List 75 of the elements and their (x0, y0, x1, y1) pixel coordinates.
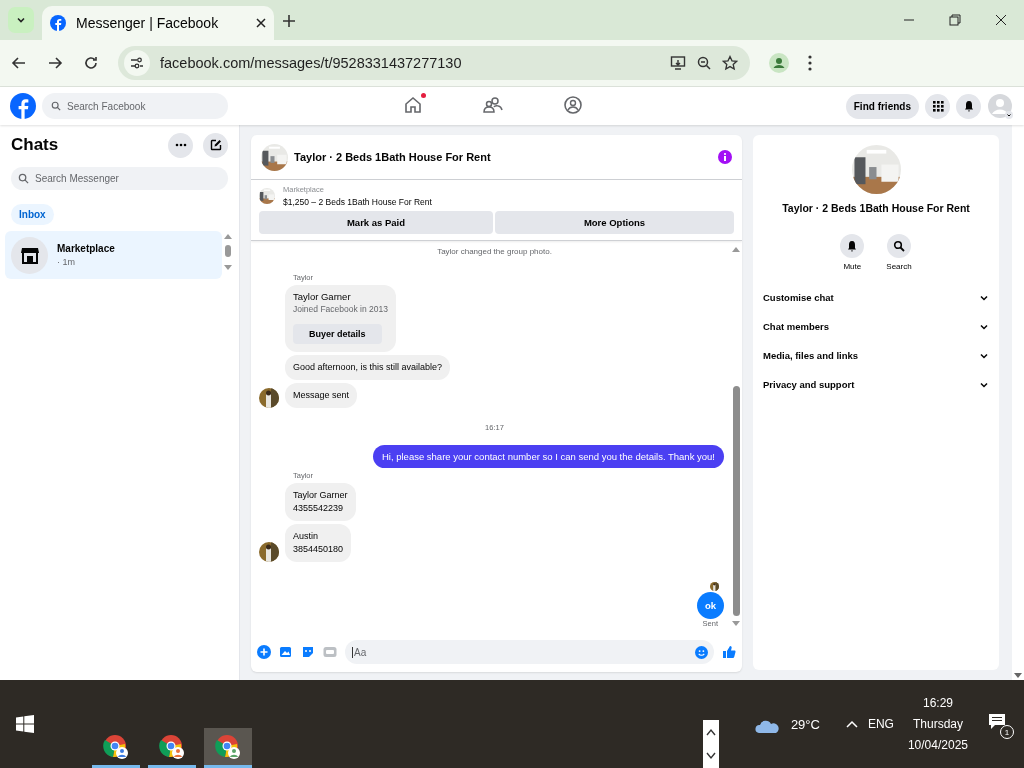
action-button[interactable]: Mark as Paid (259, 211, 493, 234)
notifications-button[interactable] (956, 93, 981, 119)
grid-icon (931, 100, 944, 112)
message-bubble: Austin 3854450180 (285, 524, 352, 562)
scroll-down-icon[interactable] (705, 752, 716, 760)
bell-icon (846, 240, 859, 252)
browser-tab[interactable]: Messenger | Facebook (42, 6, 274, 40)
zoom-icon[interactable] (696, 55, 712, 71)
clock[interactable]: 16:29 Thursday 10/04/2025 (907, 696, 968, 752)
chat-time: · 1m (57, 257, 76, 267)
notification-icon[interactable] (988, 713, 1006, 731)
message-bubble: Hi, please share your contact number so I can send you the details. Thank you! (372, 445, 724, 468)
install-icon[interactable] (670, 55, 686, 71)
menu-icon[interactable] (808, 55, 812, 71)
listing-title: $1,250 – 2 Beds 1Bath House For Rent (283, 197, 432, 207)
section-header[interactable]: Chat members (763, 321, 829, 332)
buyer-details-button[interactable]: Buyer details (293, 324, 382, 344)
notification-count: 1 (1000, 725, 1014, 739)
search-field[interactable]: Search Facebook (42, 93, 228, 119)
menu-button[interactable] (925, 93, 950, 119)
sticker-icon[interactable] (301, 645, 315, 659)
plus-icon[interactable] (257, 645, 271, 659)
event-text: Taylor changed the group photo. (436, 247, 553, 256)
profile-subtitle: Joined Facebook in 2013 (293, 304, 388, 314)
browser-app-icon[interactable] (204, 728, 252, 768)
action-button[interactable]: More Options (495, 211, 734, 234)
search-icon (893, 240, 905, 252)
message-bubble: Taylor Garner 4355542239 (285, 483, 356, 521)
star-icon[interactable] (722, 55, 738, 71)
message-input[interactable]: Aa (345, 640, 714, 664)
facebook-logo-icon[interactable] (10, 93, 36, 119)
section-header[interactable]: Media, files and links (763, 350, 859, 361)
search-icon (18, 173, 29, 184)
notification-dot (421, 93, 426, 98)
temperature: 29°C (790, 716, 820, 732)
info-icon[interactable] (718, 150, 732, 164)
bell-icon (962, 100, 975, 112)
chat-name: Marketplace (57, 243, 115, 254)
find-friends-button[interactable]: Find friends (845, 93, 919, 119)
windows-icon[interactable] (16, 715, 34, 733)
new-message-button[interactable] (203, 132, 228, 158)
tab-title: Messenger | Facebook (76, 15, 220, 31)
shop-icon (19, 245, 40, 265)
more-icon (174, 143, 187, 147)
message-bubble: ok (697, 592, 724, 619)
section-header[interactable]: Privacy and support (763, 379, 855, 390)
filter-tab[interactable]: Inbox (11, 204, 54, 225)
groups-icon[interactable] (563, 95, 583, 115)
chat-item[interactable]: Marketplace · 1m (5, 231, 222, 279)
close-icon[interactable] (256, 18, 266, 28)
reload-icon[interactable] (82, 54, 100, 72)
search-field[interactable]: Search Messenger (11, 167, 228, 190)
home-icon[interactable] (403, 95, 423, 115)
message-bubble: Message sent (285, 383, 358, 408)
chats-title: Chats (11, 135, 60, 155)
friends-icon[interactable] (483, 95, 503, 115)
new-tab-icon[interactable] (282, 14, 296, 28)
conversation-title: Taylor · 2 Beds 1Bath House For Rent (782, 202, 970, 214)
like-icon[interactable] (722, 645, 736, 659)
caret-icon (16, 15, 26, 25)
compose-icon (209, 139, 222, 151)
section-header[interactable]: Customise chat (763, 292, 834, 303)
search-icon (51, 101, 61, 111)
chat-title: Taylor · 2 Beds 1Bath House For Rent (294, 151, 492, 163)
caret-icon[interactable] (845, 720, 858, 728)
facebook-icon (50, 15, 66, 31)
language-indicator[interactable]: ENG (867, 717, 894, 731)
message-bubble: Good afternoon, is this still available? (285, 355, 451, 380)
image-icon[interactable] (279, 645, 293, 659)
scroll-up-icon[interactable] (705, 728, 716, 736)
emoji-icon[interactable] (695, 645, 708, 659)
site-settings-icon[interactable] (130, 56, 144, 70)
address-bar[interactable]: facebook.com/messages/t/9528331437277130 (118, 46, 750, 80)
profile-icon[interactable] (768, 52, 790, 74)
profile-name: Taylor Garner (293, 291, 352, 302)
